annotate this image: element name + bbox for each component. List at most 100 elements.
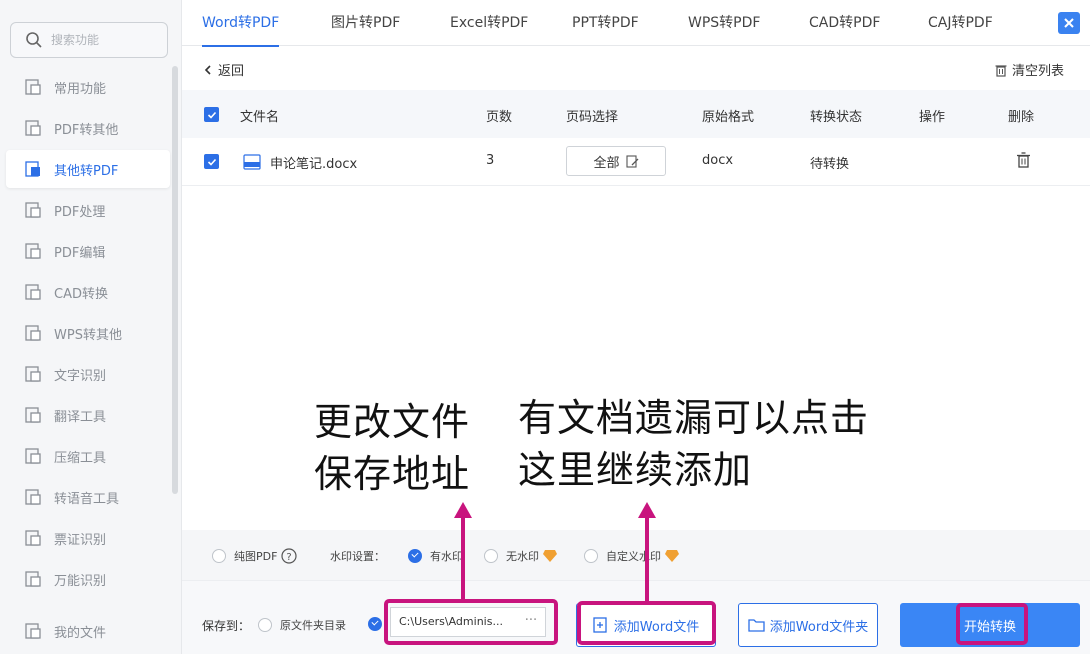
check-icon [207, 111, 216, 119]
back-label: 返回 [218, 64, 245, 79]
watermark-off-radio[interactable] [484, 549, 498, 563]
sidebar-item-pdf-process[interactable]: PDF处理 [6, 191, 170, 229]
clear-list-button[interactable]: 清空列表 [994, 60, 1064, 79]
tab-image-to-pdf[interactable]: 图片转PDF [331, 0, 400, 46]
sidebar-item-label: PDF转其他 [54, 122, 119, 138]
add-file-icon [593, 617, 607, 633]
watermark-off-label: 无水印 [506, 550, 539, 563]
sidebar-scrollbar[interactable] [172, 66, 178, 494]
tab-caj-to-pdf[interactable]: CAJ转PDF [928, 0, 993, 46]
trash-icon [995, 64, 1007, 77]
help-icon[interactable]: ? [281, 548, 298, 564]
compress-icon [25, 448, 41, 464]
pdf-edit-icon [25, 243, 41, 259]
options-bar: 纯图PDF ? 水印设置： 有水印 无水印 自定义水印 [182, 530, 1090, 580]
tab-cad-to-pdf[interactable]: CAD转PDF [809, 0, 880, 46]
source-dir-option[interactable]: 原文件夹目录 [258, 617, 346, 633]
search-box[interactable] [10, 22, 168, 58]
tab-wps-to-pdf[interactable]: WPS转PDF [688, 0, 760, 46]
watermark-label: 水印设置： [330, 550, 385, 563]
pdf-to-other-icon [25, 120, 41, 136]
tab-word-to-pdf[interactable]: Word转PDF [202, 0, 280, 47]
search-input[interactable] [51, 33, 161, 47]
custom-path-option[interactable] [368, 617, 390, 631]
cad-convert-icon [25, 284, 41, 300]
other-to-pdf-icon [25, 161, 40, 177]
table-header: 文件名 页数 页码选择 原始格式 转换状态 操作 删除 [182, 90, 1090, 138]
sidebar-item-label: PDF处理 [54, 204, 106, 220]
annotation-add-more: 有文档遗漏可以点击 这里继续添加 [518, 396, 870, 492]
start-convert-button[interactable]: 开始转换 [900, 603, 1080, 647]
sidebar-item-label: CAD转换 [54, 286, 108, 302]
clear-list-label: 清空列表 [1012, 64, 1065, 79]
header-action: 操作 [919, 110, 946, 125]
sidebar-item-pdf-edit[interactable]: PDF编辑 [6, 232, 170, 270]
sidebar-item-wps-to-other[interactable]: WPS转其他 [6, 314, 170, 352]
sidebar-item-common[interactable]: 常用功能 [6, 68, 170, 106]
folder-icon [748, 619, 765, 632]
tab-ppt-to-pdf[interactable]: PPT转PDF [572, 0, 639, 46]
add-word-file-button[interactable]: 添加Word文件 [576, 603, 716, 647]
add-word-file-label: 添加Word文件 [613, 619, 700, 635]
row-checkbox[interactable] [204, 154, 219, 169]
header-format: 原始格式 [702, 110, 755, 125]
edit-icon [625, 154, 638, 168]
sidebar-item-compress[interactable]: 压缩工具 [6, 437, 170, 475]
close-icon [1064, 18, 1074, 28]
watermark-on-option[interactable]: 有水印 [408, 548, 463, 564]
speech-icon [25, 489, 41, 505]
source-dir-radio[interactable] [258, 618, 272, 632]
sidebar-item-ocr[interactable]: 文字识别 [6, 355, 170, 393]
header-status: 转换状态 [810, 110, 863, 125]
page-select-button[interactable]: 全部 [566, 146, 666, 176]
add-word-folder-button[interactable]: 添加Word文件夹 [738, 603, 878, 647]
watermark-custom-option[interactable]: 自定义水印 [584, 548, 679, 564]
sidebar-item-cad-convert[interactable]: CAD转换 [6, 273, 170, 311]
browse-button[interactable]: ··· [518, 609, 544, 635]
sidebar-item-label: 转语音工具 [54, 491, 120, 507]
universal-recognition-icon [25, 571, 41, 587]
row-pages: 3 [486, 153, 495, 168]
sidebar-item-other-to-pdf[interactable]: 其他转PDF [6, 150, 170, 188]
svg-text:?: ? [287, 552, 292, 563]
wps-to-other-icon [25, 325, 41, 341]
arrow-shaft-right [645, 516, 649, 602]
sidebar-item-label: 万能识别 [54, 573, 107, 589]
page-select-label: 全部 [593, 155, 620, 171]
tab-bar: Word转PDF 图片转PDF Excel转PDF PPT转PDF WPS转PD… [182, 0, 1090, 47]
back-button[interactable]: 返回 [202, 60, 244, 79]
select-all-checkbox[interactable] [204, 107, 219, 122]
pure-pdf-radio[interactable] [212, 549, 226, 563]
sidebar-item-universal[interactable]: 万能识别 [6, 560, 170, 598]
pure-pdf-option[interactable]: 纯图PDF ? [212, 548, 298, 564]
watermark-custom-radio[interactable] [584, 549, 598, 563]
custom-path-radio[interactable] [368, 617, 382, 631]
vip-gem-icon [543, 550, 557, 562]
sidebar-item-speech[interactable]: 转语音工具 [6, 478, 170, 516]
sidebar-item-ticket[interactable]: 票证识别 [6, 519, 170, 557]
watermark-off-option[interactable]: 无水印 [484, 548, 557, 564]
sidebar: 常用功能 PDF转其他 其他转PDF PDF处理 PDF编辑 CAD转换 WPS… [0, 0, 182, 654]
pure-pdf-label: 纯图PDF [234, 550, 278, 563]
tab-excel-to-pdf[interactable]: Excel转PDF [450, 0, 528, 46]
translate-icon [25, 407, 41, 423]
arrow-shaft-left [461, 516, 465, 600]
text-recognition-icon [25, 366, 41, 382]
watermark-on-radio[interactable] [408, 549, 422, 563]
header-delete: 删除 [1008, 110, 1035, 125]
row-filename: 申论笔记.docx [270, 157, 358, 172]
table-row: 申论笔记.docx 3 全部 docx 待转换 [182, 138, 1090, 186]
sidebar-item-label: WPS转其他 [54, 327, 122, 343]
my-files-icon [25, 623, 41, 639]
sidebar-item-label: 压缩工具 [54, 450, 107, 466]
sidebar-item-label: 我的文件 [54, 625, 107, 641]
pdf-process-icon [25, 202, 41, 218]
sidebar-item-my-files[interactable]: 我的文件 [6, 612, 170, 650]
close-button[interactable] [1058, 12, 1080, 34]
check-icon [207, 158, 216, 166]
sidebar-item-pdf-to-other[interactable]: PDF转其他 [6, 109, 170, 147]
search-icon [26, 32, 42, 48]
header-filename: 文件名 [240, 110, 280, 125]
delete-icon[interactable] [1016, 152, 1031, 169]
sidebar-item-translate[interactable]: 翻译工具 [6, 396, 170, 434]
